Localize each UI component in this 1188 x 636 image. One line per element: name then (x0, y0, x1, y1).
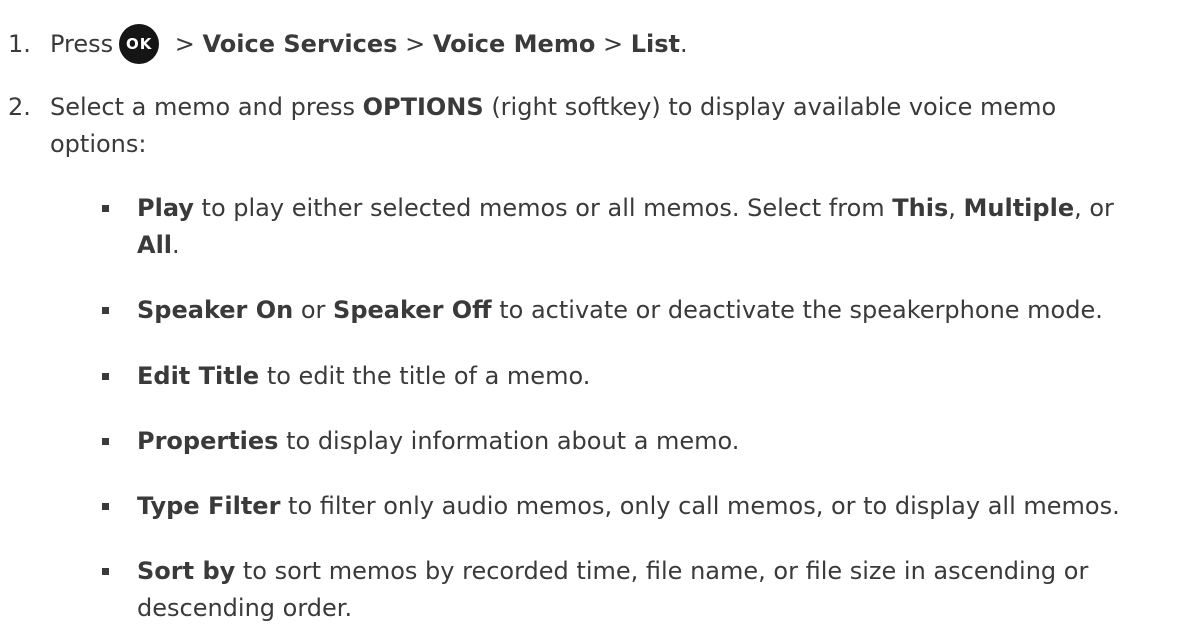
option-term: Type Filter (137, 492, 281, 520)
step-number: 1. (8, 30, 31, 58)
square-bullet-icon (102, 568, 109, 575)
option-term: Speaker On (137, 296, 294, 324)
step-number: 2. (8, 93, 31, 121)
step-text-part: Press (50, 30, 114, 58)
option-term: Edit Title (137, 362, 260, 390)
option-end: . (172, 231, 180, 259)
list-item-text: Speaker On or Speaker Off to activate or… (137, 292, 1177, 328)
option-separator: or (293, 296, 334, 324)
options-softkey-term: OPTIONS (362, 93, 484, 121)
step-text: Select a memo and press OPTIONS (right s… (50, 89, 1180, 125)
option-description: to display information about a memo. (278, 427, 740, 455)
option-term: Play (137, 194, 194, 222)
option-term: Sort by (137, 557, 236, 585)
menu-path-voice-services: Voice Services (202, 30, 398, 58)
option-term: All (137, 231, 173, 259)
option-description: to filter only audio memos, only call me… (280, 492, 1120, 520)
option-term: Properties (137, 427, 279, 455)
list-item-text-continued: All. (137, 227, 1177, 263)
step-separator: > (397, 30, 433, 58)
option-description: to edit the title of a memo. (259, 362, 591, 390)
square-bullet-icon (102, 205, 109, 212)
step-text-continued: options: (50, 130, 147, 158)
instruction-document: 1. Press OK > Voice Services > Voice Memo… (0, 0, 1188, 636)
menu-path-voice-memo: Voice Memo (432, 30, 596, 58)
list-item-text: Edit Title to edit the title of a memo. (137, 358, 1177, 394)
option-term: This (892, 194, 949, 222)
step-separator: > (595, 30, 631, 58)
option-separator: , (948, 194, 964, 222)
step-text-part: (right softkey) to display available voi… (483, 93, 1057, 121)
option-description: to activate or deactivate the speakerpho… (491, 296, 1103, 324)
list-item-text: Play to play either selected memos or al… (137, 190, 1177, 226)
list-item-text: Sort by to sort memos by recorded time, … (137, 553, 1177, 589)
square-bullet-icon (102, 438, 109, 445)
step-separator: > (167, 30, 203, 58)
option-term: Multiple (963, 194, 1075, 222)
list-item-text-continued: descending order. (137, 594, 353, 622)
list-item-text: Properties to display information about … (137, 423, 1177, 459)
option-separator: , or (1074, 194, 1114, 222)
square-bullet-icon (102, 307, 109, 314)
step-end: . (679, 30, 688, 58)
option-term: Speaker Off (333, 296, 492, 324)
list-item-text: Type Filter to filter only audio memos, … (137, 488, 1177, 524)
step-text-part: Select a memo and press (50, 93, 363, 121)
option-description: to play either selected memos or all mem… (193, 194, 893, 222)
option-description: to sort memos by recorded time, file nam… (235, 557, 1089, 585)
step-text: Press OK > Voice Services > Voice Memo > … (50, 24, 1180, 74)
ok-icon-label: OK (125, 35, 153, 53)
square-bullet-icon (102, 503, 109, 510)
menu-path-list: List (630, 30, 680, 58)
ok-button-icon: OK (119, 24, 160, 64)
square-bullet-icon (102, 373, 109, 380)
